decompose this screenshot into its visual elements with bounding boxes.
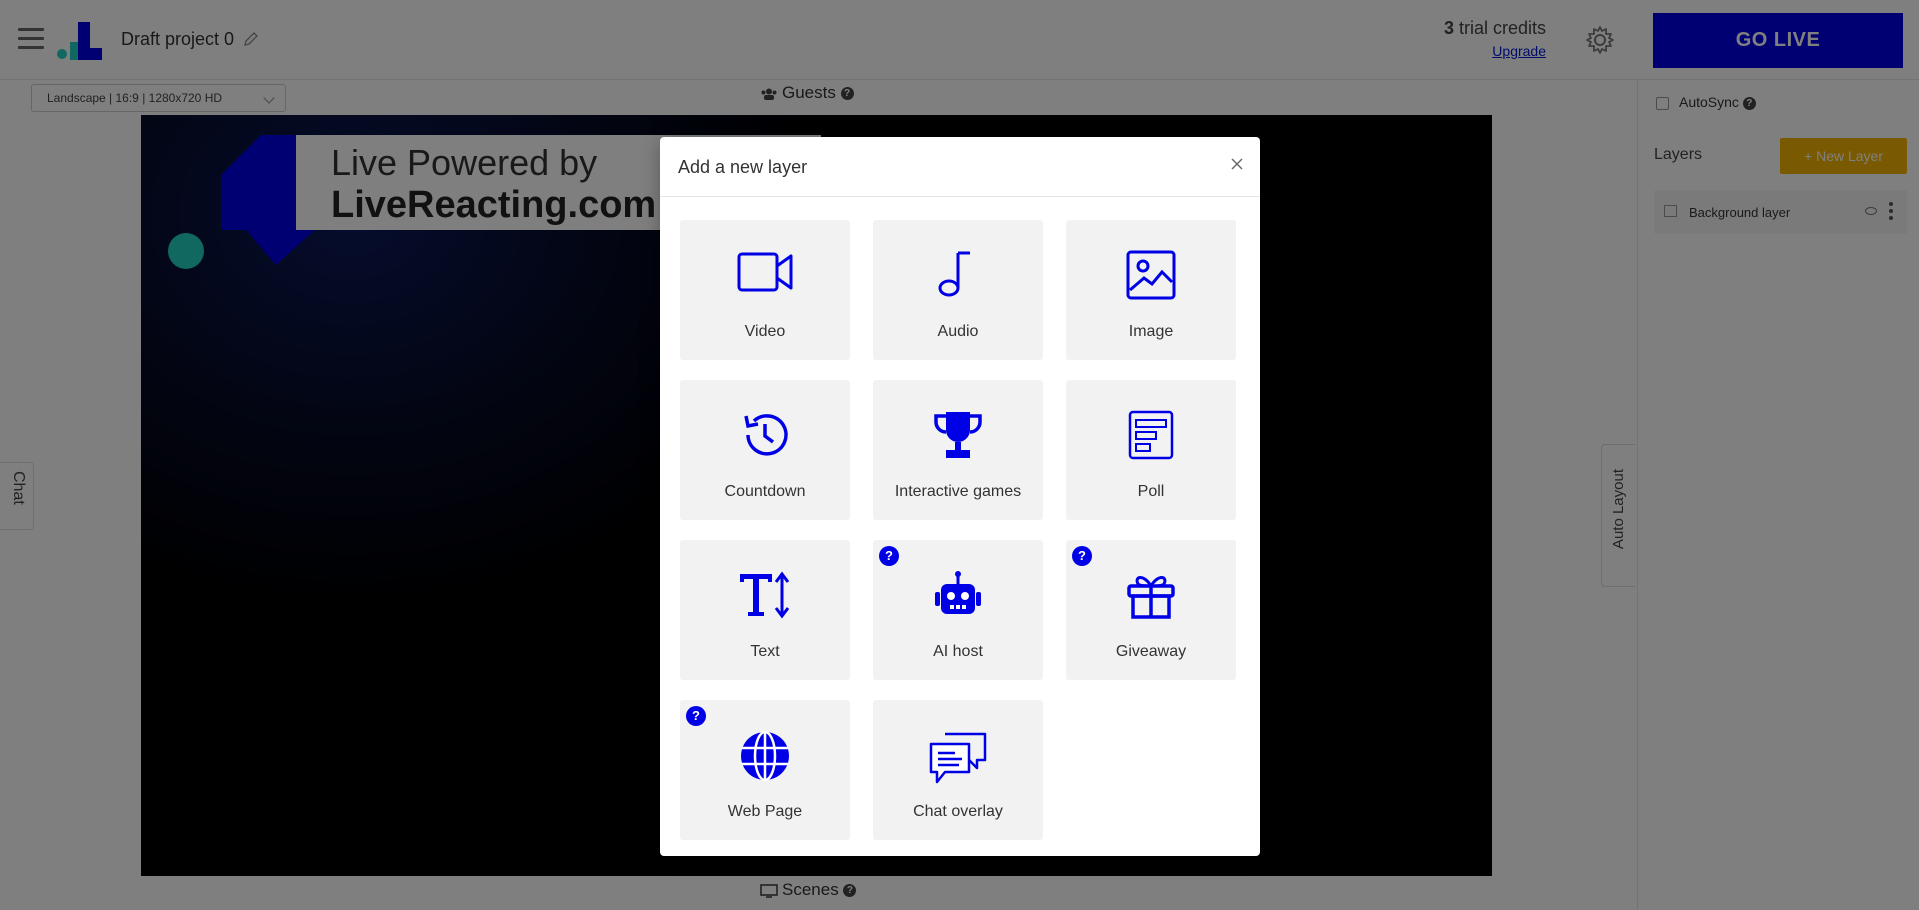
tile-label: Poll (1137, 483, 1165, 500)
tile-label: Video (744, 323, 786, 340)
layer-tile-text[interactable]: Text (680, 540, 850, 680)
tile-label: Countdown (724, 483, 806, 500)
tile-label: Image (1128, 323, 1174, 340)
layer-tile-chat-overlay[interactable]: Chat overlay (873, 700, 1043, 840)
countdown-icon (744, 414, 788, 456)
gift-icon (1127, 576, 1175, 619)
modal-header: Add a new layer (660, 137, 1260, 197)
help-badge-icon[interactable]: ? (686, 706, 706, 726)
modal-title: Add a new layer (678, 157, 808, 177)
image-icon (1126, 250, 1176, 300)
trophy-icon (934, 412, 982, 458)
text-icon (740, 571, 790, 619)
music-note-icon (938, 251, 970, 297)
help-badge-icon[interactable]: ? (1072, 546, 1092, 566)
layer-tile-poll[interactable]: Poll (1066, 380, 1236, 520)
layer-tile-audio[interactable]: Audio (873, 220, 1043, 360)
help-badge-icon[interactable]: ? (879, 546, 899, 566)
tile-label: Audio (937, 323, 979, 340)
tile-label: Chat overlay (913, 803, 1003, 820)
tile-label: Text (750, 643, 780, 660)
tile-label: Giveaway (1115, 643, 1187, 660)
video-icon (737, 252, 793, 292)
layer-tile-web-page[interactable]: ? Web Page (680, 700, 850, 840)
poll-icon (1128, 410, 1174, 460)
layer-tile-interactive-games[interactable]: Interactive games (873, 380, 1043, 520)
layer-tile-giveaway[interactable]: ? Giveaway (1066, 540, 1236, 680)
layer-tile-ai-host[interactable]: ? AI host (873, 540, 1043, 680)
tile-label: AI host (933, 643, 983, 660)
robot-icon (935, 571, 981, 614)
chat-bubbles-icon (929, 732, 987, 784)
layer-tile-image[interactable]: Image (1066, 220, 1236, 360)
layer-tile-video[interactable]: Video (680, 220, 850, 360)
globe-icon (741, 730, 789, 782)
tile-label: Web Page (727, 803, 803, 820)
tile-label: Interactive games (894, 483, 1022, 500)
add-layer-modal: Add a new layer Video Audio Image Countd… (660, 137, 1260, 856)
close-icon[interactable] (1230, 157, 1244, 171)
layer-tile-countdown[interactable]: Countdown (680, 380, 850, 520)
